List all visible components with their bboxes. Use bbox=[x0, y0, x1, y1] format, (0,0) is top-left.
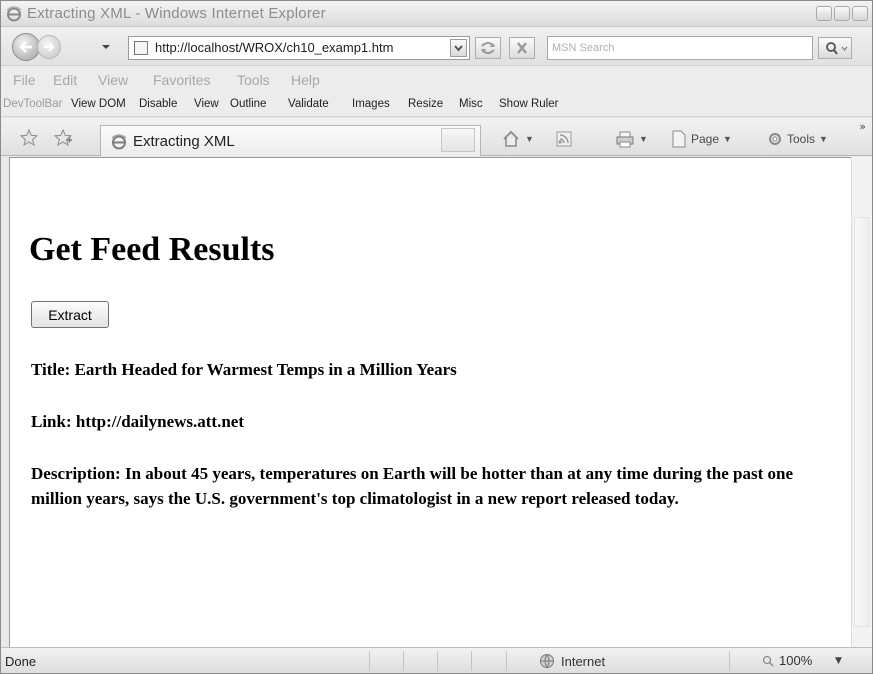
tab-extracting-xml[interactable]: Extracting XML bbox=[100, 125, 481, 156]
gear-icon bbox=[769, 133, 781, 145]
zoom-level: 100% bbox=[779, 653, 813, 668]
menu-help[interactable]: Help bbox=[291, 72, 320, 88]
page-viewport: Get Feed Results Extract Title: Earth He… bbox=[9, 157, 851, 647]
extract-button[interactable]: Extract bbox=[31, 301, 109, 328]
zone-label: Internet bbox=[561, 653, 606, 669]
menu-edit[interactable]: Edit bbox=[53, 72, 77, 88]
page-menu-label: Page bbox=[691, 132, 720, 146]
dev-disable[interactable]: Disable bbox=[139, 98, 177, 110]
zoom-icon bbox=[762, 655, 774, 667]
print-dropdown-icon[interactable]: ▼ bbox=[639, 134, 648, 144]
window-controls bbox=[816, 6, 868, 21]
back-arrow-icon bbox=[19, 41, 32, 53]
menu-tools[interactable]: Tools bbox=[237, 72, 270, 88]
search-input[interactable] bbox=[552, 40, 802, 56]
menu-view[interactable]: View bbox=[98, 72, 128, 88]
dev-misc[interactable]: Misc bbox=[459, 98, 483, 110]
dev-view[interactable]: View bbox=[194, 98, 219, 110]
status-divider bbox=[437, 651, 438, 671]
star-icon[interactable] bbox=[19, 128, 39, 148]
new-tab-button[interactable] bbox=[441, 128, 475, 152]
title-bar: Extracting XML - Windows Internet Explor… bbox=[1, 1, 872, 27]
vertical-scrollbar[interactable] bbox=[851, 157, 872, 647]
ie-logo-icon bbox=[6, 6, 22, 22]
feed-link: Link: http://dailynews.att.net bbox=[31, 412, 244, 431]
status-divider bbox=[471, 651, 472, 671]
dev-images[interactable]: Images bbox=[352, 98, 390, 110]
address-field[interactable]: http://localhost/WROX/ch10_examp1.htm bbox=[128, 36, 470, 60]
page-menu-button[interactable]: Page ▼ bbox=[671, 128, 732, 150]
feeds-button[interactable] bbox=[555, 128, 573, 150]
scrollbar-thumb[interactable] bbox=[854, 217, 870, 627]
search-field[interactable] bbox=[547, 36, 813, 60]
search-button[interactable] bbox=[818, 37, 852, 59]
stop-button[interactable] bbox=[509, 37, 535, 59]
page-icon bbox=[134, 41, 148, 55]
ie-logo-icon bbox=[111, 134, 127, 150]
page-heading: Get Feed Results bbox=[29, 231, 275, 268]
address-dropdown[interactable] bbox=[450, 39, 467, 57]
status-bar: Done Internet 100% ▼ bbox=[1, 647, 872, 673]
dev-outline[interactable]: Outline bbox=[230, 98, 266, 110]
window-title: Extracting XML - Windows Internet Explor… bbox=[27, 5, 326, 22]
status-divider bbox=[506, 651, 507, 671]
dev-validate[interactable]: Validate bbox=[288, 98, 329, 110]
status-divider bbox=[369, 651, 370, 671]
status-divider bbox=[403, 651, 404, 671]
back-button[interactable] bbox=[12, 33, 40, 61]
forward-arrow-icon bbox=[44, 42, 55, 52]
forward-button[interactable] bbox=[37, 35, 61, 59]
dev-resize[interactable]: Resize bbox=[408, 98, 443, 110]
recent-pages-dropdown[interactable] bbox=[101, 42, 111, 52]
zoom-dropdown-icon[interactable]: ▼ bbox=[835, 656, 842, 666]
zoom-control[interactable]: 100% bbox=[761, 653, 812, 668]
dev-view-dom[interactable]: View DOM bbox=[71, 98, 126, 110]
home-icon bbox=[503, 130, 519, 147]
browser-window: Extracting XML - Windows Internet Explor… bbox=[0, 0, 873, 674]
close-button[interactable] bbox=[852, 6, 868, 21]
print-icon bbox=[616, 131, 634, 148]
tools-menu-label: Tools bbox=[787, 132, 816, 146]
address-toolbar: http://localhost/WROX/ch10_examp1.htm bbox=[1, 28, 872, 66]
stop-icon bbox=[517, 42, 527, 54]
home-button[interactable]: ▼ bbox=[501, 128, 534, 150]
tab-label: Extracting XML bbox=[133, 133, 235, 150]
chevron-down-icon bbox=[454, 45, 463, 52]
tools-menu-button[interactable]: Tools ▼ bbox=[767, 128, 828, 150]
menu-bar: File Edit View Favorites Tools Help bbox=[1, 67, 872, 93]
dev-show-ruler[interactable]: Show Ruler bbox=[499, 98, 558, 110]
feed-description: Description: In about 45 years, temperat… bbox=[31, 464, 793, 508]
tools-dropdown-icon: ▼ bbox=[819, 134, 828, 144]
feed-title: Title: Earth Headed for Warmest Temps in… bbox=[31, 360, 457, 379]
maximize-button[interactable] bbox=[834, 6, 850, 21]
devtoolbar-label[interactable]: DevToolBar bbox=[3, 98, 62, 110]
security-zone[interactable]: Internet bbox=[539, 653, 605, 669]
home-dropdown-icon[interactable]: ▼ bbox=[525, 134, 534, 144]
globe-icon bbox=[540, 654, 554, 669]
tab-command-bar: Extracting XML ▼ ▼ Page ▼ Tools ▼ » bbox=[1, 118, 872, 156]
magnifier-icon bbox=[826, 42, 848, 55]
developer-toolbar: DevToolBar View DOM Disable View Outline… bbox=[1, 93, 872, 117]
page-dropdown-icon: ▼ bbox=[723, 134, 732, 144]
status-text: Done bbox=[5, 654, 37, 669]
menu-favorites[interactable]: Favorites bbox=[153, 72, 211, 88]
menu-file[interactable]: File bbox=[13, 72, 36, 88]
page-icon bbox=[672, 130, 686, 148]
toolbar-overflow-icon[interactable]: » bbox=[859, 120, 866, 133]
status-divider bbox=[729, 651, 730, 671]
url-text[interactable]: http://localhost/WROX/ch10_examp1.htm bbox=[155, 40, 393, 55]
feed-icon bbox=[556, 131, 572, 147]
add-star-icon[interactable] bbox=[53, 128, 73, 148]
refresh-icon bbox=[481, 42, 495, 54]
print-button[interactable]: ▼ bbox=[615, 128, 648, 150]
minimize-button[interactable] bbox=[816, 6, 832, 21]
refresh-button[interactable] bbox=[475, 37, 501, 59]
